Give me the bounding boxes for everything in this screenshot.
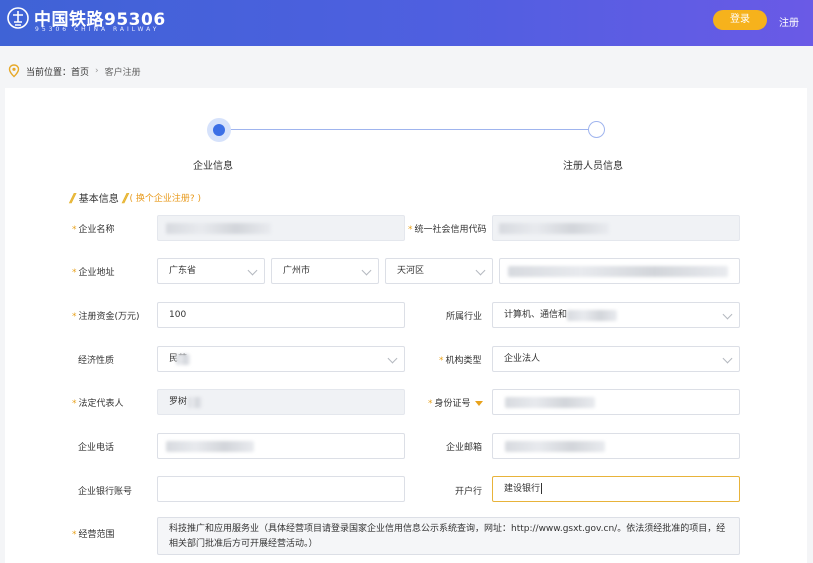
id-type-label[interactable]: * 身份证号: [428, 396, 483, 409]
industry-select[interactable]: 计算机、通信和: [492, 302, 740, 328]
bank-account-input[interactable]: [157, 476, 405, 502]
org-type-label: * 机构类型: [439, 356, 482, 366]
text-cursor: [541, 483, 543, 494]
top-header: 中国铁路95306 95306 CHINA RAILWAY 登录 注册: [0, 0, 813, 46]
section-title-text: 基本信息: [78, 194, 119, 205]
bank-account-label: 企业银行账号: [78, 487, 133, 497]
company-name-field: [157, 215, 405, 241]
phone-label: 企业电话: [78, 443, 115, 453]
step-2-indicator: [588, 121, 605, 138]
slash-decoration-icon: //: [70, 190, 76, 205]
china-railway-logo-icon: [7, 7, 29, 29]
slash-decoration-icon: //: [122, 190, 129, 205]
step-2-label: 注册人员信息: [563, 161, 623, 172]
login-button[interactable]: 登录: [713, 10, 767, 30]
org-type-select[interactable]: 企业法人: [492, 346, 740, 372]
chevron-down-icon: [387, 353, 398, 364]
capital-label: * 注册资金(万元): [72, 312, 140, 322]
redacted-value: [166, 223, 271, 234]
scope-label: * 经营范围: [72, 530, 115, 540]
redacted-value: [505, 441, 605, 452]
step-1-label: 企业信息: [193, 161, 233, 172]
breadcrumb: 当前位置： 首页 › 客户注册: [8, 64, 141, 78]
industry-label: 所属行业: [446, 312, 483, 322]
breadcrumb-prefix: 当前位置：: [26, 67, 72, 78]
chevron-down-icon: [722, 309, 733, 320]
location-pin-icon: [8, 64, 20, 78]
address-label: * 企业地址: [72, 268, 115, 278]
address-detail-input[interactable]: [499, 258, 740, 284]
redacted-value: [505, 397, 595, 408]
chevron-down-icon: [361, 265, 372, 276]
province-select[interactable]: 广东省: [157, 258, 265, 284]
step-1-indicator: [213, 124, 225, 136]
legal-rep-label: * 法定代表人: [72, 399, 124, 409]
economic-nature-label: 经济性质: [78, 356, 115, 366]
chevron-down-icon: [247, 265, 258, 276]
section-title: // 基本信息 // ( 换个企业注册? ): [70, 190, 202, 206]
capital-input[interactable]: 100: [157, 302, 405, 328]
business-scope-textarea[interactable]: 科技推广和应用服务业（具体经营项目请登录国家企业信用信息公示系统查询，网址：ht…: [157, 517, 740, 555]
district-select[interactable]: 天河区: [385, 258, 493, 284]
credit-code-field: [492, 215, 740, 241]
brand-subtitle: 95306 CHINA RAILWAY: [35, 26, 160, 33]
caret-down-icon: [474, 401, 483, 406]
economic-nature-select[interactable]: 民营: [157, 346, 405, 372]
bank-input[interactable]: 建设银行: [492, 476, 740, 502]
phone-input[interactable]: [157, 433, 405, 459]
chevron-down-icon: [722, 353, 733, 364]
breadcrumb-home-link[interactable]: 首页: [71, 65, 89, 78]
city-select[interactable]: 广州市: [271, 258, 379, 284]
legal-rep-field: 罗树: [157, 389, 405, 415]
chevron-down-icon: [475, 265, 486, 276]
id-number-input[interactable]: [492, 389, 740, 415]
email-label: 企业邮箱: [446, 443, 483, 453]
redacted-value: [176, 354, 190, 365]
breadcrumb-current: 客户注册: [104, 67, 141, 78]
redacted-value: [499, 223, 609, 234]
register-link[interactable]: 注册: [779, 14, 799, 29]
email-input[interactable]: [492, 433, 740, 459]
credit-code-label: * 统一社会信用代码: [408, 225, 487, 235]
bank-label: 开户行: [455, 487, 483, 497]
stepper-line: [225, 129, 591, 130]
change-company-link[interactable]: ( 换个企业注册? ): [130, 191, 202, 204]
redacted-value: [567, 310, 617, 321]
redacted-value: [508, 266, 728, 277]
redacted-value: [166, 441, 254, 452]
redacted-value: [188, 397, 202, 408]
chevron-right-icon: ›: [95, 66, 99, 76]
company-name-label: * 企业名称: [72, 225, 115, 235]
